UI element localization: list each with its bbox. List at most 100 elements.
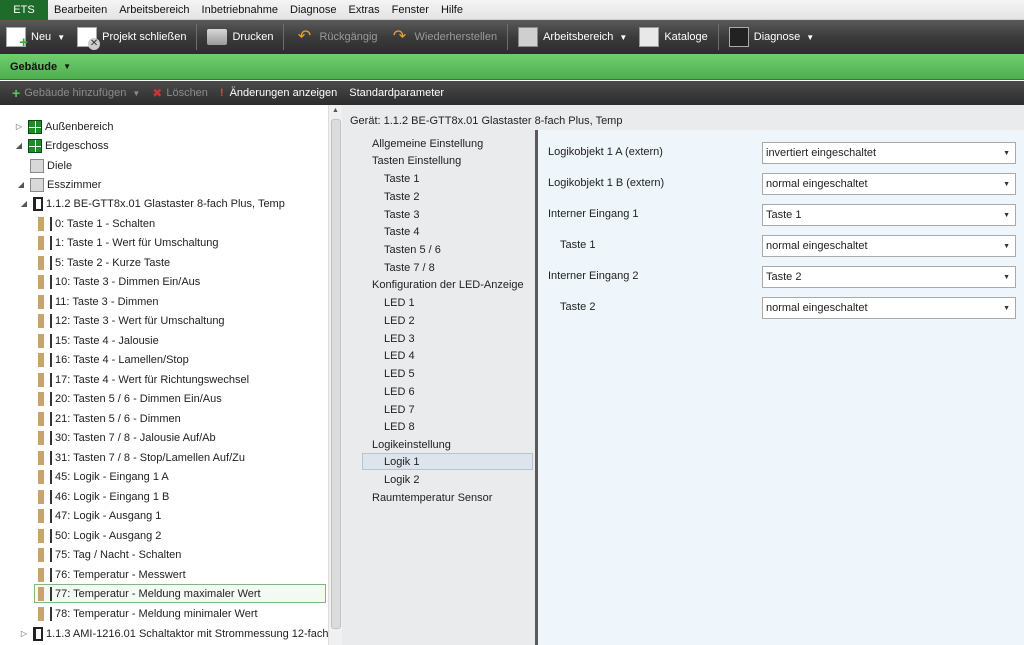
param-select-interner-eingang-1[interactable]: Taste 1 ▼	[762, 204, 1016, 226]
nav-item[interactable]: LED 1	[384, 294, 415, 311]
nav-item[interactable]: Taste 2	[384, 188, 419, 205]
param-select-logikobjekt-1a[interactable]: invertiert eingeschaltet ▼	[762, 142, 1016, 164]
menu-diagnose[interactable]: Diagnose	[284, 4, 342, 16]
tree-node-label: 1.1.2 BE-GTT8x.01 Glastaster 8-fach Plus…	[46, 197, 285, 210]
tree-node-group-object[interactable]: 45: Logik - Eingang 1 A	[38, 467, 169, 486]
tree-node-group-object[interactable]: 47: Logik - Ausgang 1	[38, 506, 161, 525]
menu-fenster[interactable]: Fenster	[386, 4, 435, 16]
nav-item[interactable]: Konfiguration der LED-Anzeige	[372, 276, 524, 293]
tree-node-group-object-selected[interactable]: 77: Temperatur - Meldung maximaler Wert	[34, 584, 326, 603]
tree-node-label: 45: Logik - Eingang 1 A	[55, 470, 169, 483]
nav-item[interactable]: Logikeinstellung	[372, 436, 451, 453]
default-params-button[interactable]: Standardparameter	[343, 87, 450, 99]
panel-title[interactable]: Gebäude	[10, 61, 57, 73]
tree-node-label: 77: Temperatur - Meldung maximaler Wert	[55, 587, 261, 600]
nav-item[interactable]: Raumtemperatur Sensor	[372, 489, 492, 506]
scroll-up-icon[interactable]: ▲	[332, 107, 339, 114]
catalogs-label: Kataloge	[664, 31, 708, 43]
tree-node-label: 75: Tag / Nacht - Schalten	[55, 548, 182, 561]
tree-node-group-object[interactable]: 16: Taste 4 - Lamellen/Stop	[38, 350, 189, 369]
nav-item[interactable]: LED 3	[384, 330, 415, 347]
close-project-button[interactable]: Projekt schließen	[71, 22, 192, 52]
workspace-button[interactable]: Arbeitsbereich ▼	[512, 22, 633, 52]
nav-item[interactable]: LED 5	[384, 365, 415, 382]
menu-hilfe[interactable]: Hilfe	[435, 4, 469, 16]
nav-item[interactable]: LED 6	[384, 383, 415, 400]
tree-node-device-1-1-2[interactable]: ◢ 1.1.2 BE-GTT8x.01 Glastaster 8-fach Pl…	[19, 194, 285, 213]
new-button[interactable]: Neu ▼	[0, 22, 71, 52]
select-value: invertiert eingeschaltet	[766, 147, 877, 159]
ets-app-tab[interactable]: ETS	[0, 0, 48, 20]
redo-button[interactable]: ↷ Wiederherstellen	[384, 22, 504, 52]
collapse-icon[interactable]: ◢	[14, 141, 24, 150]
tree-node-group-object[interactable]: 21: Tasten 5 / 6 - Dimmen	[38, 409, 181, 428]
print-button[interactable]: Drucken	[201, 22, 279, 52]
nav-item[interactable]: Tasten 5 / 6	[384, 241, 441, 258]
menu-extras[interactable]: Extras	[342, 4, 385, 16]
tree-node-esszimmer[interactable]: ◢ Esszimmer	[16, 175, 101, 194]
undo-button[interactable]: ↶ Rückgängig	[288, 22, 383, 52]
collapse-icon[interactable]: ◢	[19, 199, 29, 208]
nav-item[interactable]: Logik 2	[384, 471, 419, 488]
tree-node-group-object[interactable]: 50: Logik - Ausgang 2	[38, 526, 161, 545]
menu-inbetriebnahme[interactable]: Inbetriebnahme	[196, 4, 284, 16]
tree-node-group-object[interactable]: 0: Taste 1 - Schalten	[38, 214, 155, 233]
nav-item[interactable]: Allgemeine Einstellung	[372, 135, 483, 152]
tree-node-group-object[interactable]: 11: Taste 3 - Dimmen	[38, 292, 159, 311]
chevron-down-icon: ▼	[806, 32, 815, 42]
group-object-icon	[38, 391, 52, 406]
tree-node-aussenbereich[interactable]: ▷ Außenbereich	[14, 117, 114, 136]
expand-icon[interactable]: ▷	[19, 629, 29, 638]
tree-node-group-object[interactable]: 10: Taste 3 - Dimmen Ein/Aus	[38, 272, 200, 291]
tree-node-group-object[interactable]: 15: Taste 4 - Jalousie	[38, 331, 159, 350]
nav-item[interactable]: LED 4	[384, 347, 415, 364]
nav-item[interactable]: Taste 4	[384, 223, 419, 240]
tree-node-group-object[interactable]: 78: Temperatur - Meldung minimaler Wert	[38, 604, 258, 623]
tree-node-group-object[interactable]: 75: Tag / Nacht - Schalten	[38, 545, 181, 564]
group-object-icon	[38, 430, 52, 445]
delete-button[interactable]: ✖ Löschen	[146, 86, 214, 100]
scroll-thumb[interactable]	[331, 119, 341, 629]
menu-bearbeiten[interactable]: Bearbeiten	[48, 4, 113, 16]
chevron-down-icon[interactable]: ▼	[57, 33, 65, 42]
collapse-icon[interactable]: ◢	[16, 180, 26, 189]
panel-toolbar: + Gebäude hinzufügen ▼ ✖ Löschen ! Änder…	[0, 81, 1024, 105]
group-object-icon	[38, 586, 52, 601]
tree-node-erdgeschoss[interactable]: ◢ Erdgeschoss	[14, 136, 109, 155]
tree-node-group-object[interactable]: 12: Taste 3 - Wert für Umschaltung	[38, 311, 225, 330]
catalogs-button[interactable]: Kataloge	[633, 22, 713, 52]
param-select-interner-eingang-2[interactable]: Taste 2 ▼	[762, 266, 1016, 288]
nav-item[interactable]: LED 8	[384, 418, 415, 435]
tree-node-group-object[interactable]: 5: Taste 2 - Kurze Taste	[38, 253, 170, 272]
param-select-taste-2[interactable]: normal eingeschaltet ▼	[762, 297, 1016, 319]
tree-node-group-object[interactable]: 20: Tasten 5 / 6 - Dimmen Ein/Aus	[38, 389, 222, 408]
tree-node-device-1-1-3[interactable]: ▷ 1.1.3 AMI-1216.01 Schaltaktor mit Stro…	[19, 624, 328, 643]
nav-item[interactable]: Taste 3	[384, 206, 419, 223]
tree-node-group-object[interactable]: 76: Temperatur - Messwert	[38, 565, 186, 584]
show-changes-button[interactable]: ! Änderungen anzeigen	[214, 87, 343, 99]
diagnose-button[interactable]: Diagnose ▼	[723, 22, 820, 52]
tree-scrollbar[interactable]: ▲	[328, 105, 342, 645]
param-select-taste-1[interactable]: normal eingeschaltet ▼	[762, 235, 1016, 257]
nav-item[interactable]: Taste 1	[384, 170, 419, 187]
nav-item-selected[interactable]: Logik 1	[362, 453, 533, 470]
tree-node-group-object[interactable]: 30: Tasten 7 / 8 - Jalousie Auf/Ab	[38, 428, 216, 447]
nav-item[interactable]: Tasten Einstellung	[372, 152, 461, 169]
expand-icon[interactable]: ▷	[14, 122, 24, 131]
nav-item[interactable]: LED 2	[384, 312, 415, 329]
nav-item[interactable]: Taste 7 / 8	[384, 259, 435, 276]
tree-node-group-object[interactable]: 17: Taste 4 - Wert für Richtungswechsel	[38, 370, 249, 389]
nav-item[interactable]: LED 7	[384, 401, 415, 418]
param-select-logikobjekt-1b[interactable]: normal eingeschaltet ▼	[762, 173, 1016, 195]
show-changes-label: Änderungen anzeigen	[229, 87, 338, 99]
chevron-down-icon[interactable]: ▼	[63, 62, 71, 71]
add-building-button[interactable]: + Gebäude hinzufügen ▼	[6, 85, 146, 101]
tree-node-label: 5: Taste 2 - Kurze Taste	[55, 256, 171, 269]
tree-node-group-object[interactable]: 1: Taste 1 - Wert für Umschaltung	[38, 233, 218, 252]
tree-node-diele[interactable]: Diele	[30, 156, 72, 175]
undo-icon: ↶	[297, 28, 312, 45]
group-object-icon	[38, 274, 52, 289]
tree-node-group-object[interactable]: 46: Logik - Eingang 1 B	[38, 487, 169, 506]
tree-node-group-object[interactable]: 31: Tasten 7 / 8 - Stop/Lamellen Auf/Zu	[38, 448, 245, 467]
menu-arbeitsbereich[interactable]: Arbeitsbereich	[113, 4, 195, 16]
